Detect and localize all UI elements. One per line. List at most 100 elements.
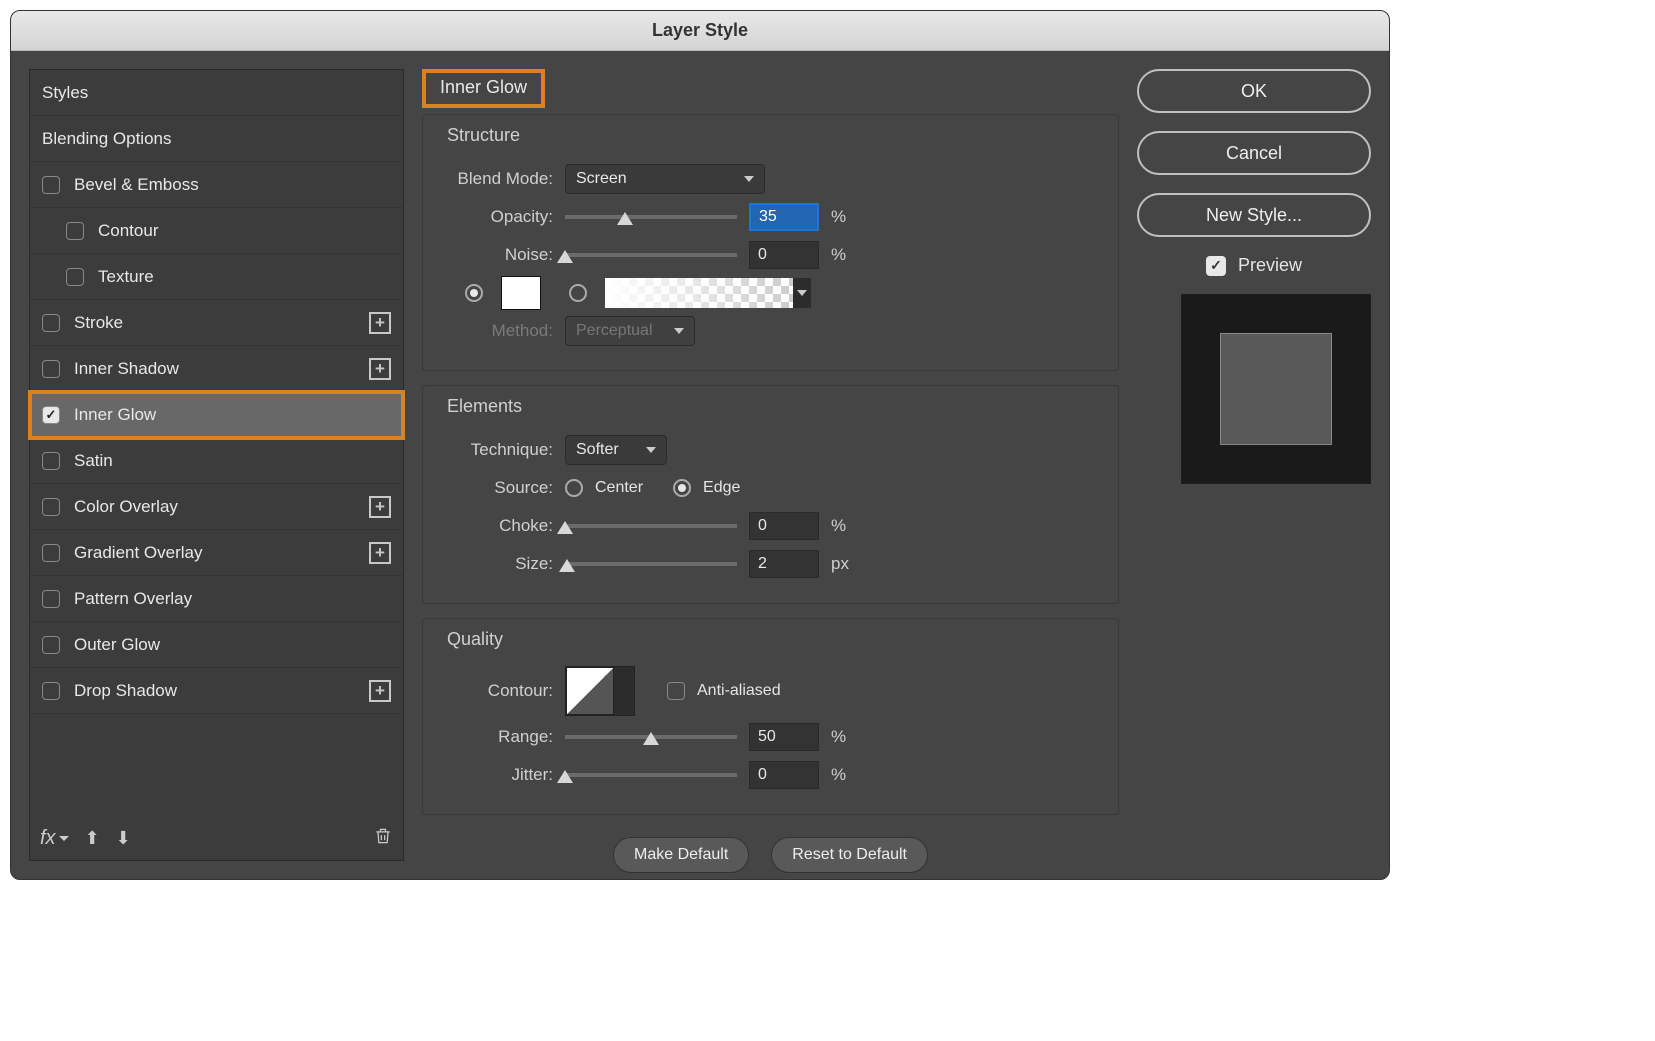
choke-label: Choke: xyxy=(445,516,553,536)
source-edge-radio[interactable] xyxy=(673,479,691,497)
chevron-down-icon xyxy=(744,176,754,182)
effect-checkbox[interactable] xyxy=(42,636,60,654)
source-center-radio[interactable] xyxy=(565,479,583,497)
range-slider[interactable] xyxy=(565,735,737,739)
sidebar-item-inner-shadow[interactable]: Inner Shadow + xyxy=(30,346,403,392)
sidebar-item-blending-options[interactable]: Blending Options xyxy=(30,116,403,162)
size-input[interactable] xyxy=(749,550,819,578)
jitter-input[interactable] xyxy=(749,761,819,789)
sidebar-item-stroke[interactable]: Stroke + xyxy=(30,300,403,346)
opacity-slider[interactable] xyxy=(565,215,737,219)
sidebar-item-color-overlay[interactable]: Color Overlay + xyxy=(30,484,403,530)
color-radio[interactable] xyxy=(465,284,483,302)
glow-color-swatch[interactable] xyxy=(501,276,541,310)
anti-aliased-label: Anti-aliased xyxy=(697,682,781,700)
contour-dropdown[interactable] xyxy=(614,667,634,715)
size-slider[interactable] xyxy=(565,562,737,566)
preview-checkbox[interactable]: ✓ xyxy=(1206,256,1226,276)
method-label: Method: xyxy=(445,321,553,341)
sidebar-item-drop-shadow[interactable]: Drop Shadow+ xyxy=(30,668,403,714)
effect-checkbox[interactable] xyxy=(42,682,60,700)
effect-checkbox[interactable] xyxy=(42,360,60,378)
add-effect-icon[interactable]: + xyxy=(369,680,391,702)
effect-checkbox[interactable] xyxy=(42,406,60,424)
range-label: Range: xyxy=(445,727,553,747)
sidebar-item-outer-glow[interactable]: Outer Glow xyxy=(30,622,403,668)
preview-inner xyxy=(1221,334,1331,444)
trash-icon[interactable] xyxy=(373,825,393,852)
effect-checkbox[interactable] xyxy=(42,498,60,516)
choke-input[interactable] xyxy=(749,512,819,540)
make-default-button[interactable]: Make Default xyxy=(613,837,749,873)
quality-title: Quality xyxy=(445,629,1096,650)
gradient-swatch[interactable] xyxy=(605,278,793,308)
cancel-button[interactable]: Cancel xyxy=(1137,131,1371,175)
noise-input[interactable] xyxy=(749,241,819,269)
reset-default-button[interactable]: Reset to Default xyxy=(771,837,928,873)
method-dropdown: Perceptual xyxy=(565,316,695,346)
sidebar-item-label: Styles xyxy=(42,83,88,103)
ok-button[interactable]: OK xyxy=(1137,69,1371,113)
add-effect-icon[interactable]: + xyxy=(369,312,391,334)
sidebar-footer: fx ⬆ ⬇ xyxy=(30,816,403,860)
size-label: Size: xyxy=(445,554,553,574)
add-effect-icon[interactable]: + xyxy=(369,496,391,518)
fx-menu-icon[interactable]: fx xyxy=(40,827,69,850)
jitter-slider[interactable] xyxy=(565,773,737,777)
opacity-input[interactable] xyxy=(749,203,819,231)
effect-checkbox[interactable] xyxy=(42,314,60,332)
effects-sidebar: Styles Blending OptionsBevel & Emboss Cont… xyxy=(29,69,404,861)
effect-checkbox[interactable] xyxy=(66,222,84,240)
noise-label: Noise: xyxy=(445,245,553,265)
sidebar-item-label: Color Overlay xyxy=(74,497,178,517)
right-panel: OK Cancel New Style... ✓ Preview xyxy=(1137,69,1371,861)
jitter-unit: % xyxy=(831,765,855,785)
noise-slider[interactable] xyxy=(565,253,737,257)
slider-thumb-icon xyxy=(557,250,573,263)
effect-checkbox[interactable] xyxy=(66,268,84,286)
blend-mode-label: Blend Mode: xyxy=(445,169,553,189)
sidebar-item-label: Stroke xyxy=(74,313,123,333)
technique-label: Technique: xyxy=(445,440,553,460)
sidebar-item-label: Outer Glow xyxy=(74,635,160,655)
new-style-button[interactable]: New Style... xyxy=(1137,193,1371,237)
gradient-dropdown[interactable] xyxy=(793,278,811,308)
window-title: Layer Style xyxy=(652,20,748,41)
sidebar-item-satin[interactable]: Satin xyxy=(30,438,403,484)
effect-checkbox[interactable] xyxy=(42,176,60,194)
sidebar-item-bevel-emboss[interactable]: Bevel & Emboss xyxy=(30,162,403,208)
choke-unit: % xyxy=(831,516,855,536)
slider-thumb-icon xyxy=(643,732,659,745)
sidebar-item-styles[interactable]: Styles xyxy=(30,70,403,116)
sidebar-item-texture[interactable]: Texture xyxy=(30,254,403,300)
effect-checkbox[interactable] xyxy=(42,544,60,562)
size-unit: px xyxy=(831,554,855,574)
technique-dropdown[interactable]: Softer xyxy=(565,435,667,465)
sidebar-item-contour[interactable]: Contour xyxy=(30,208,403,254)
sidebar-item-label: Contour xyxy=(98,221,158,241)
sidebar-item-label: Texture xyxy=(98,267,154,287)
sidebar-item-inner-glow[interactable]: Inner Glow xyxy=(30,392,403,438)
sidebar-item-label: Pattern Overlay xyxy=(74,589,192,609)
effect-checkbox[interactable] xyxy=(42,590,60,608)
contour-swatch[interactable] xyxy=(566,667,614,715)
elements-group: Elements Technique: Softer Source: Cente… xyxy=(422,385,1119,604)
content: Styles Blending OptionsBevel & Emboss Cont… xyxy=(11,51,1389,879)
choke-slider[interactable] xyxy=(565,524,737,528)
add-effect-icon[interactable]: + xyxy=(369,358,391,380)
sidebar-item-label: Inner Shadow xyxy=(74,359,179,379)
move-down-icon[interactable]: ⬇ xyxy=(116,828,131,849)
contour-label: Contour: xyxy=(445,681,553,701)
opacity-label: Opacity: xyxy=(445,207,553,227)
blend-mode-dropdown[interactable]: Screen xyxy=(565,164,765,194)
move-up-icon[interactable]: ⬆ xyxy=(85,828,100,849)
sidebar-item-gradient-overlay[interactable]: Gradient Overlay+ xyxy=(30,530,403,576)
gradient-radio[interactable] xyxy=(569,284,587,302)
range-input[interactable] xyxy=(749,723,819,751)
layer-style-dialog: Layer Style Styles Blending OptionsBevel … xyxy=(10,10,1390,880)
sidebar-item-pattern-overlay[interactable]: Pattern Overlay xyxy=(30,576,403,622)
effect-checkbox[interactable] xyxy=(42,452,60,470)
slider-thumb-icon xyxy=(557,521,573,534)
add-effect-icon[interactable]: + xyxy=(369,542,391,564)
anti-aliased-checkbox[interactable] xyxy=(667,682,685,700)
